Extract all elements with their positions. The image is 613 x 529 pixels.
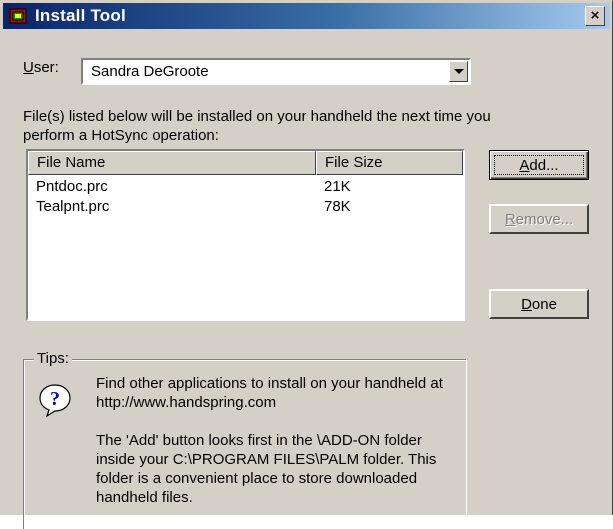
- palm-install-icon: [9, 8, 27, 24]
- table-row[interactable]: Pntdoc.prc 21K: [28, 177, 463, 197]
- tips-paragraph: Find other applications to install on yo…: [96, 375, 443, 411]
- file-list[interactable]: File Name File Size Pntdoc.prc 21K Tealp…: [26, 149, 465, 321]
- user-selected-value: Sandra DeGroote: [91, 63, 209, 80]
- tips-groupbox: Tips: ? Find other applications to insta…: [23, 350, 467, 529]
- chevron-down-icon[interactable]: [449, 61, 468, 82]
- file-size-cell: 78K: [324, 198, 351, 215]
- tips-paragraph: The 'Add' button looks first in the \ADD…: [96, 432, 437, 506]
- file-name-cell: Pntdoc.prc: [36, 178, 108, 195]
- question-mark-icon: ?: [39, 384, 71, 417]
- groupbox-edge: [466, 359, 467, 529]
- column-header-file-size[interactable]: File Size: [316, 151, 463, 175]
- title-bar[interactable]: Install Tool ×: [3, 3, 610, 29]
- tips-label: Tips:: [34, 350, 72, 367]
- file-name-cell: Tealpnt.prc: [36, 198, 110, 215]
- install-tool-window: Install Tool × User: Sandra DeGroote Fil…: [0, 0, 613, 529]
- column-header-file-name[interactable]: File Name: [28, 151, 316, 175]
- table-row[interactable]: Tealpnt.prc 78K: [28, 197, 463, 217]
- tips-text: Find other applications to install on yo…: [96, 374, 462, 526]
- remove-button[interactable]: Remove...: [489, 204, 589, 234]
- done-button[interactable]: Done: [489, 289, 589, 319]
- install-info-text: File(s) listed below will be installed o…: [23, 108, 491, 144]
- close-icon: ×: [590, 7, 600, 24]
- window-title: Install Tool: [35, 6, 126, 25]
- file-size-cell: 21K: [324, 178, 351, 195]
- user-dropdown[interactable]: Sandra DeGroote: [81, 58, 471, 85]
- close-button[interactable]: ×: [585, 6, 605, 26]
- user-label: User:: [23, 59, 59, 76]
- add-button[interactable]: Add...: [489, 150, 589, 180]
- svg-text:?: ?: [50, 388, 60, 410]
- focus-rect: Add...: [494, 155, 584, 175]
